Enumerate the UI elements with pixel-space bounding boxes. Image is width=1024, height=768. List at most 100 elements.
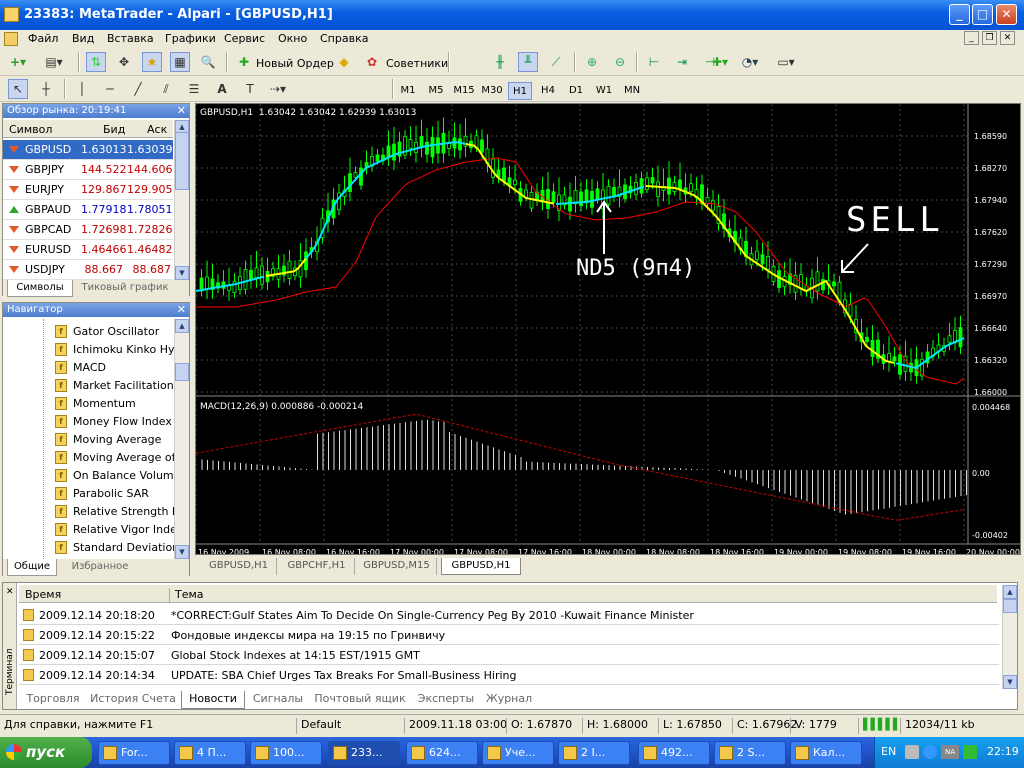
fibo-icon[interactable]: ☰ <box>184 79 204 99</box>
taskbar-button[interactable]: Уче... <box>482 741 554 765</box>
mdi-icon[interactable] <box>4 32 18 46</box>
taskbar-button[interactable]: 2 S... <box>714 741 786 765</box>
close-icon[interactable]: ✕ <box>177 303 186 317</box>
tf-h4[interactable]: H4 <box>536 82 560 100</box>
close-button[interactable]: ✕ <box>996 4 1017 25</box>
market-watch-row[interactable]: GBPCAD 1.72698 1.72826 <box>3 220 173 240</box>
profiles-icon[interactable]: ▤▾ <box>44 52 64 72</box>
tray-icon[interactable]: NA <box>941 745 959 759</box>
col-ask[interactable]: Аск <box>147 123 167 136</box>
channel-icon[interactable]: ⫽ <box>156 79 176 99</box>
taskbar-button[interactable]: 2 I... <box>558 741 630 765</box>
autoscroll-icon[interactable]: ⇥ <box>672 52 692 72</box>
indicators-icon[interactable]: ✚▾ <box>710 52 730 72</box>
tf-m5[interactable]: M5 <box>424 82 448 100</box>
navigator-item[interactable]: f Market Facilitation In <box>53 377 177 395</box>
chart-tab-active[interactable]: GBPUSD,H1 <box>441 558 521 575</box>
advisors-icon[interactable]: ✿ <box>362 52 382 72</box>
menu-service[interactable]: Сервис <box>224 32 265 45</box>
market-watch-row[interactable]: GBPJPY 144.522 144.606 <box>3 160 173 180</box>
mdi-restore-icon[interactable]: ❐ <box>982 31 997 45</box>
chart-tab[interactable]: GBPUSD,M15 <box>357 558 437 575</box>
market-watch-row[interactable]: USDJPY 88.667 88.687 <box>3 260 173 280</box>
horizontal-line-icon[interactable]: ─ <box>100 79 120 99</box>
start-button[interactable]: пуск <box>0 737 92 768</box>
market-watch-row[interactable]: GBPUSD 1.63013 1.63039 <box>3 140 173 160</box>
col-time[interactable]: Время <box>25 588 61 601</box>
templates-icon[interactable]: ▭▾ <box>776 52 796 72</box>
taskbar-button[interactable]: 492... <box>638 741 710 765</box>
bar-chart-icon[interactable]: ╫ <box>490 52 510 72</box>
new-order-icon[interactable]: ✚ <box>234 52 254 72</box>
minimize-button[interactable]: _ <box>949 4 970 25</box>
market-watch-row[interactable]: EURJPY 129.867 129.905 <box>3 180 173 200</box>
news-row[interactable]: 2009.12.14 20:15:07 Global Stock Indexes … <box>19 645 999 665</box>
advisors-button[interactable]: Советники <box>386 57 448 70</box>
tf-w1[interactable]: W1 <box>592 82 616 100</box>
navigator-item[interactable]: f Momentum <box>53 395 175 413</box>
navigator-item[interactable]: f Relative Vigor Index <box>53 521 177 539</box>
crosshair-icon[interactable]: ┼ <box>36 79 56 99</box>
tile-icon[interactable]: ⊢ <box>644 52 664 72</box>
taskbar-button[interactable]: 233... <box>328 741 400 765</box>
alert-icon[interactable]: ◆ <box>334 52 354 72</box>
navigator-item[interactable]: f Parabolic SAR <box>53 485 175 503</box>
taskbar-button[interactable]: 100... <box>250 741 322 765</box>
menu-view[interactable]: Вид <box>72 32 94 45</box>
navigator-item[interactable]: f Gator Oscillator <box>53 323 175 341</box>
zoom-out-icon[interactable]: ⊖ <box>610 52 630 72</box>
line-chart-icon[interactable]: ⟋ <box>546 52 566 72</box>
chart-tab[interactable]: GBPUSD,H1 <box>201 558 277 575</box>
navigator-item[interactable]: f Moving Average of O <box>53 449 177 467</box>
zoom-in-icon[interactable]: ⊕ <box>582 52 602 72</box>
maximize-button[interactable]: □ <box>972 4 993 25</box>
news-row[interactable]: 2009.12.14 20:14:34 UPDATE: SBA Chief Urg… <box>19 665 999 685</box>
navigator-item[interactable]: f Relative Strength In <box>53 503 177 521</box>
trendline-icon[interactable]: ╱ <box>128 79 148 99</box>
tray-icon[interactable] <box>963 745 977 759</box>
tray-icon[interactable] <box>905 745 919 759</box>
terminal-tab[interactable]: Журнал <box>483 691 535 709</box>
taskbar-button[interactable]: 624... <box>406 741 478 765</box>
tab-tick-chart[interactable]: Тиковый график <box>75 280 175 297</box>
menu-file[interactable]: Файл <box>28 32 58 45</box>
menu-insert[interactable]: Вставка <box>107 32 154 45</box>
new-chart-icon[interactable]: +▾ <box>8 52 28 72</box>
navigator-icon[interactable]: ★ <box>142 52 162 72</box>
market-watch-row[interactable]: GBPAUD 1.77918 1.78051 <box>3 200 173 220</box>
language-indicator[interactable]: EN <box>881 745 896 758</box>
periods-icon[interactable]: ◔▾ <box>740 52 760 72</box>
tf-m30[interactable]: M30 <box>480 82 504 100</box>
candles-icon[interactable]: ╨ <box>518 52 538 72</box>
close-icon[interactable]: ✕ <box>6 587 14 597</box>
tester-icon[interactable]: 🔍 <box>198 52 218 72</box>
navigator-item[interactable]: f Moving Average <box>53 431 175 449</box>
menu-window[interactable]: Окно <box>278 32 307 45</box>
mdi-close-icon[interactable]: ✕ <box>1000 31 1015 45</box>
navigator-item[interactable]: f Ichimoku Kinko Hyo <box>53 341 177 359</box>
navigator-scrollbar[interactable]: ▲ ▼ <box>174 319 189 559</box>
taskbar-button[interactable]: For... <box>98 741 170 765</box>
terminal-tab[interactable]: Сигналы <box>247 691 309 709</box>
tf-m15[interactable]: M15 <box>452 82 476 100</box>
taskbar-button[interactable]: Кал... <box>790 741 862 765</box>
chart-tab[interactable]: GBPCHF,H1 <box>279 558 355 575</box>
vertical-line-icon[interactable]: │ <box>72 79 92 99</box>
tf-h1[interactable]: H1 <box>508 82 532 100</box>
label-icon[interactable]: T <box>240 79 260 99</box>
news-row[interactable]: 2009.12.14 20:18:20 *CORRECT:Gulf States … <box>19 605 999 625</box>
col-topic[interactable]: Тема <box>175 588 204 601</box>
col-bid[interactable]: Бид <box>103 123 125 136</box>
cursor-icon[interactable]: ↖ <box>8 79 28 99</box>
terminal-tab[interactable]: Почтовый ящик <box>311 691 409 709</box>
terminal-tab[interactable]: Новости <box>181 691 245 709</box>
tf-mn[interactable]: MN <box>620 82 644 100</box>
menu-help[interactable]: Справка <box>320 32 368 45</box>
market-watch-icon[interactable]: ⇅ <box>86 52 106 72</box>
tab-favorites[interactable]: Избранное <box>63 559 137 576</box>
close-icon[interactable]: ✕ <box>177 104 186 118</box>
tab-common[interactable]: Общие <box>7 559 57 576</box>
navigator-item[interactable]: f Standard Deviation <box>53 539 177 557</box>
data-window-icon[interactable]: ✥ <box>114 52 134 72</box>
terminal-tab[interactable]: Эксперты <box>411 691 481 709</box>
